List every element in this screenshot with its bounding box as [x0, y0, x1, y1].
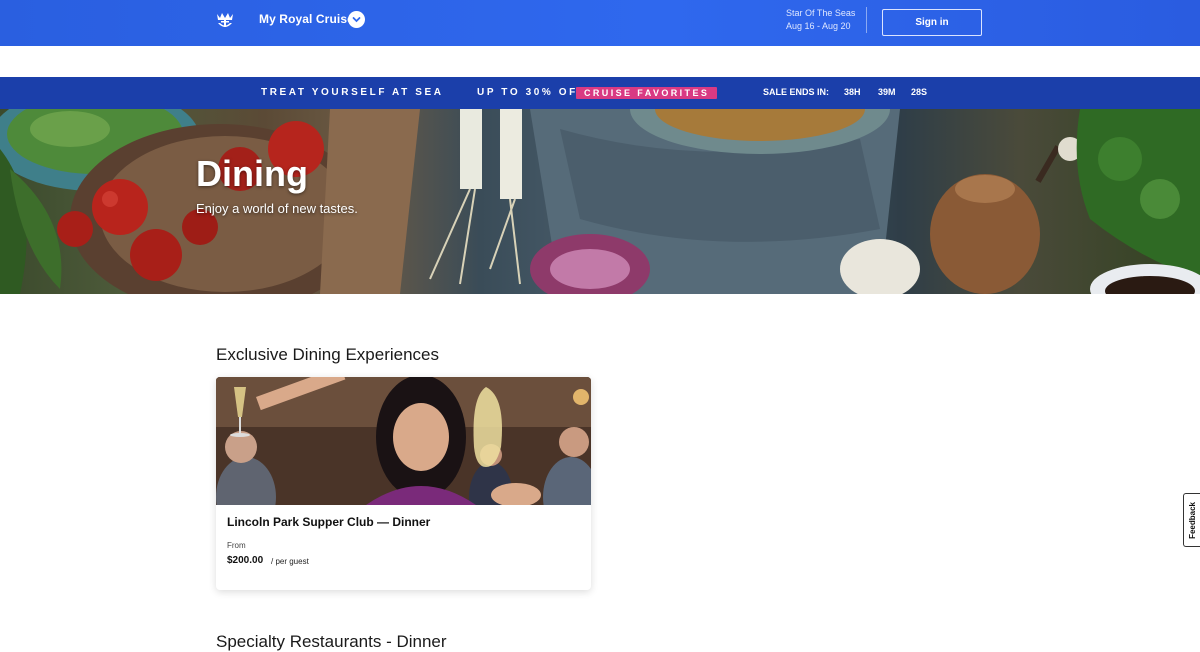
page-title: Dining [196, 153, 308, 194]
feedback-tab[interactable]: Feedback [1183, 493, 1200, 547]
ship-name: Star Of The Seas [786, 8, 856, 18]
price-from-label: From [227, 541, 246, 550]
sale-banner[interactable]: TREAT YOURSELF AT SEA UP TO 30% OFF CRUI… [0, 77, 1200, 109]
hero-banner: Dining Enjoy a world of new tastes. [0, 109, 1200, 294]
feedback-label: Feedback [1187, 501, 1197, 539]
countdown-seconds: 28S [911, 87, 928, 97]
sign-in-button[interactable]: Sign in [882, 9, 982, 36]
sale-ends-label: SALE ENDS IN: [763, 87, 830, 97]
section-title-specialty: Specialty Restaurants - Dinner [216, 632, 447, 651]
sale-offer: UP TO 30% OFF [477, 87, 587, 98]
countdown-minutes: 39M [878, 87, 896, 97]
price-value: $200.00 [227, 555, 264, 566]
offer-pill: CRUISE FAVORITES [576, 87, 718, 99]
dining-card[interactable]: Lincoln Park Supper Club — Dinner From $… [216, 377, 591, 590]
price-per-label: / per guest [271, 557, 309, 566]
page-subtitle: Enjoy a world of new tastes. [196, 201, 358, 216]
section-title-exclusive: Exclusive Dining Experiences [216, 345, 439, 364]
countdown-hours: 38H [844, 87, 861, 97]
header-divider [866, 7, 867, 33]
chevron-down-icon[interactable] [348, 11, 365, 28]
dining-card-image [216, 377, 591, 505]
crown-anchor-icon[interactable] [214, 9, 236, 31]
cruise-title[interactable]: My Royal Cruise [259, 12, 354, 26]
hero-food-image [0, 109, 1200, 294]
sale-tagline: TREAT YOURSELF AT SEA [261, 87, 444, 98]
dining-card-title[interactable]: Lincoln Park Supper Club — Dinner [227, 515, 430, 529]
sailing-dates: Aug 16 - Aug 20 [786, 21, 851, 31]
top-header: My Royal Cruise Star Of The Seas Aug 16 … [0, 0, 1200, 46]
ship-info: Star Of The Seas Aug 16 - Aug 20 [786, 7, 855, 33]
